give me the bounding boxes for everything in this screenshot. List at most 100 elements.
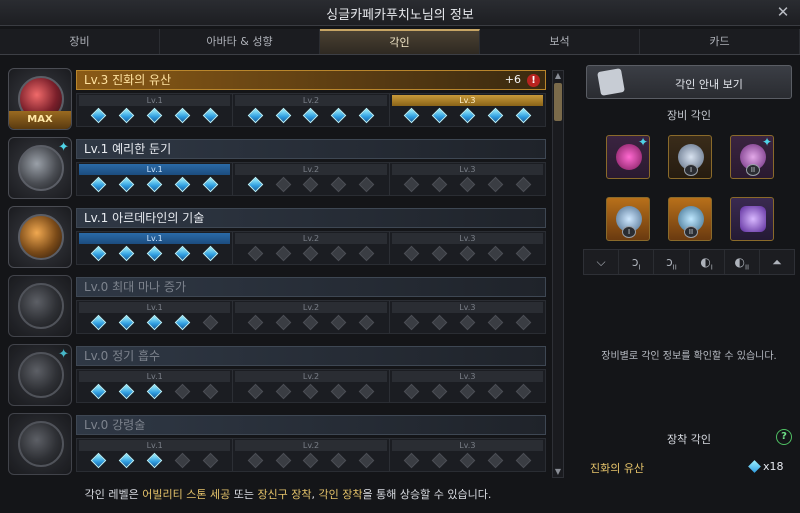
node-gem-icon [146, 452, 163, 469]
warning-icon: ! [527, 74, 540, 87]
node-gem-icon [331, 314, 347, 331]
node-gem-icon [202, 245, 219, 262]
tab-equipment[interactable]: 장비 [0, 29, 160, 54]
level-track: Lv.1 Lv.2 Lv.3 [76, 438, 546, 472]
engraving-name-bar: Lv.1 예리한 둔기 [76, 139, 546, 159]
node-gem-icon [431, 452, 448, 469]
level-segment: Lv.3 [390, 94, 545, 126]
tab-avatar[interactable]: 아바타 & 성향 [160, 29, 320, 54]
ring1-slot[interactable]: I [606, 197, 650, 241]
scroll-down-icon[interactable]: ▼ [553, 467, 563, 477]
node-gem-icon [358, 452, 375, 469]
engraving-guide-button[interactable]: 각인 안내 보기 [586, 65, 792, 99]
node-gem-icon [303, 314, 319, 331]
node-gem-icon [247, 383, 264, 400]
node-gem-icon [358, 176, 375, 193]
ring2-slot[interactable]: II [668, 197, 712, 241]
level-label: Lv.3 [391, 164, 543, 175]
node-gem-icon [358, 383, 375, 400]
tab-engraving[interactable]: 각인 [320, 29, 480, 54]
node-gem-icon [275, 245, 291, 262]
tab-bar: 장비 아바타 & 성향 각인 보석 카드 [0, 29, 800, 55]
node-gem-icon [431, 176, 448, 193]
level-segment: Lv.3 [390, 163, 545, 195]
node-gem-icon [119, 245, 135, 262]
engraving-name-bar: Lv.0 정기 흡수 [76, 346, 546, 366]
earring1-filter-icon[interactable]: ↄI [619, 250, 655, 274]
engraving-row[interactable]: ✦ Lv.1 예리한 둔기 Lv.1 Lv.2 Lv.3 [6, 135, 552, 199]
level-segment: Lv.2 [233, 163, 390, 195]
footer-note: 각인 레벨은 어빌리티 스톤 세공 또는 장신구 장착, 각인 장착을 통해 상… [0, 486, 576, 502]
engraving-row[interactable]: Lv.1 아르데타인의 기술 Lv.1 Lv.2 Lv.3 [6, 204, 552, 268]
level-label: Lv.3 [391, 233, 543, 244]
node-gem-icon [247, 107, 264, 124]
node-gem-icon [247, 314, 264, 331]
close-icon[interactable]: ✕ [774, 3, 792, 21]
necklace-slot[interactable]: ✦ [606, 135, 650, 179]
necromancy-icon [18, 421, 64, 467]
node-gem-icon [119, 383, 135, 400]
node-gem-icon [431, 383, 448, 400]
engraving-row[interactable]: ✦ Lv.0 정기 흡수 Lv.1 Lv.2 Lv.3 [6, 342, 552, 406]
engraving-icon: MAX [8, 68, 72, 130]
help-icon[interactable]: ? [776, 429, 792, 445]
ring2-filter-icon[interactable]: ◐II [725, 250, 760, 274]
node-gem-icon [403, 107, 420, 124]
stone-filter-icon[interactable]: ⏶ [760, 250, 794, 274]
book-icon [597, 68, 625, 96]
node-gem-icon [202, 452, 219, 469]
node-gem-icon [91, 245, 107, 262]
earring2-filter-icon[interactable]: ↄII [654, 250, 690, 274]
list-scrollbar[interactable]: ▲ ▼ [552, 70, 564, 478]
node-gem-icon [303, 383, 319, 400]
mounted-engraving-header: 장착 각인 ? [586, 428, 792, 448]
level-label: Lv.1 [79, 95, 231, 106]
earring1-slot[interactable]: I [668, 135, 712, 179]
node-gem-icon [748, 460, 761, 473]
slot-number: I [622, 226, 636, 238]
ability-stone-slot[interactable] [730, 197, 774, 241]
level-label: Lv.3 [391, 371, 543, 382]
node-gem-icon [202, 314, 219, 331]
footer-highlight: 어빌리티 스톤 세공 [142, 488, 231, 501]
engraving-row[interactable]: MAX Lv.3 진화의 유산 +6 ! Lv.1 Lv.2 Lv.3 [6, 66, 552, 130]
level-segment: Lv.1 [77, 163, 234, 195]
window-title: 싱글카페카푸치노님의 정보 [326, 8, 474, 23]
node-gem-icon [174, 245, 191, 262]
level-track: Lv.1 Lv.2 Lv.3 [76, 369, 546, 403]
spirit-absorption-icon [18, 352, 64, 398]
engraving-icon [8, 413, 72, 475]
engraving-icon [8, 275, 72, 337]
footer-text: 을 통해 상승할 수 있습니다. [362, 488, 492, 501]
node-gem-icon [459, 383, 476, 400]
node-gem-icon [515, 383, 531, 400]
max-badge: MAX [9, 111, 71, 129]
tab-gems[interactable]: 보석 [480, 29, 640, 54]
level-segment: Lv.2 [233, 232, 390, 264]
ring1-filter-icon[interactable]: ◐I [690, 250, 725, 274]
node-gem-icon [515, 245, 531, 262]
engraving-row[interactable]: Lv.0 강령술 Lv.1 Lv.2 Lv.3 [6, 411, 552, 475]
level-segment: Lv.3 [390, 301, 545, 333]
scroll-thumb[interactable] [554, 83, 562, 121]
necklace-filter-icon[interactable]: ⌵ [584, 250, 620, 274]
side-panel: 각인 안내 보기 장비 각인 ✦ I ✦ II I II ⌵ ↄI ↄII ◐I… [578, 60, 800, 513]
level-label: Lv.2 [235, 371, 387, 382]
node-gem-icon [119, 314, 135, 331]
node-gem-icon [403, 452, 420, 469]
node-gem-icon [247, 245, 264, 262]
earring2-slot[interactable]: ✦ II [730, 135, 774, 179]
node-gem-icon [431, 245, 448, 262]
sparkle-icon: ✦ [58, 140, 69, 155]
node-gem-icon [91, 314, 107, 331]
node-gem-icon [459, 452, 476, 469]
level-label: Lv.3 [391, 95, 543, 106]
level-label: Lv.2 [235, 302, 387, 313]
level-label: Lv.1 [79, 164, 231, 175]
scroll-up-icon[interactable]: ▲ [553, 71, 563, 81]
tab-cards[interactable]: 카드 [640, 29, 800, 54]
engraving-row[interactable]: Lv.0 최대 마나 증가 Lv.1 Lv.2 Lv.3 [6, 273, 552, 337]
node-gem-icon [487, 176, 503, 193]
footer-text: 각인 레벨은 [84, 488, 143, 501]
node-gem-icon [303, 107, 319, 124]
